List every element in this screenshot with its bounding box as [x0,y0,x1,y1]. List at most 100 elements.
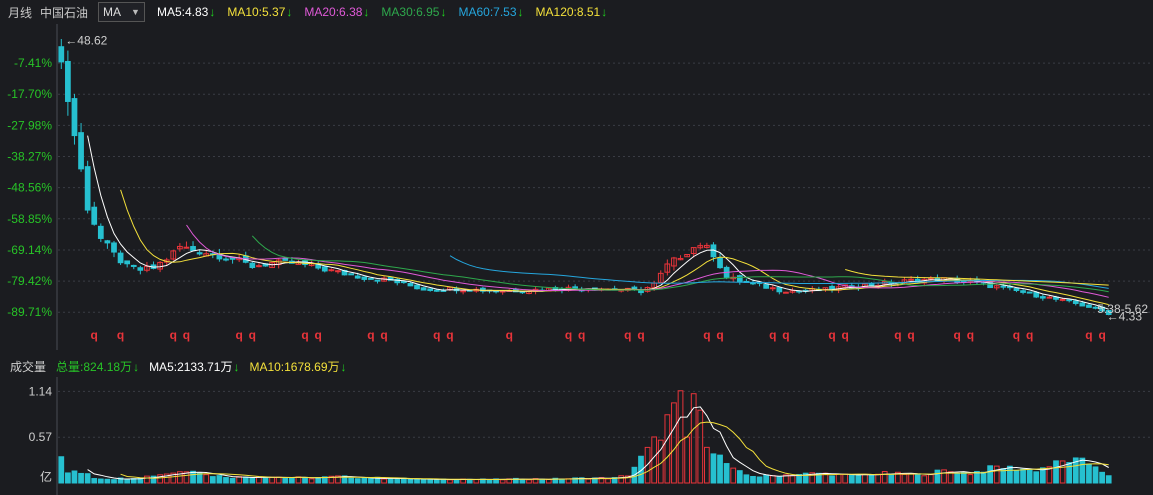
candle-body [223,258,229,261]
candle-body [750,282,756,285]
price-tick-label: -69.14% [7,243,52,257]
candle-body [1033,291,1040,298]
price-tick-label: -7.41% [14,56,52,70]
volume-bar [242,476,249,484]
volume-bar [763,474,770,484]
candle-body [104,240,111,244]
period-label[interactable]: 月线 [8,4,32,21]
candle-body [137,267,144,271]
volume-chart: 1.14 0.57 亿 [29,377,1153,495]
volume-bar [776,476,783,484]
q-marker: q [828,328,835,342]
volume-bar [750,475,756,484]
legend-ma-2: MA20:6.38↓ [304,5,370,19]
volume-bar [453,479,460,484]
volume-ma5-line [87,406,1109,481]
volume-bar [84,473,91,484]
volume-bar [1026,468,1033,484]
candle-body [190,246,196,252]
volume-bar [993,465,1000,484]
price-chart: -7.41% -17.70% -27.98% -38.27% -48.56% -58.85… [7,24,1153,350]
volume-bar [743,474,750,484]
volume-bar [394,478,401,484]
volume-bar [980,471,987,484]
candle-body [433,289,440,292]
candle-body [717,257,723,269]
volume-bar [1086,463,1092,484]
volume-bar [717,454,723,484]
volume-bar [881,471,888,484]
candle-body [1039,296,1046,299]
candle-body [354,275,361,279]
candle-body [908,278,914,281]
candle-body [1086,304,1092,308]
volume-bar [71,470,78,484]
volume-bar [842,473,849,484]
candle-body [868,283,875,287]
volume-bar [1059,460,1066,484]
volume-bar [539,478,546,484]
q-marker: q [446,328,453,342]
volume-bar [288,477,295,484]
volume-bar [651,436,658,484]
volume-bar [216,475,223,484]
candle-body [328,269,335,272]
volume-bar [473,479,480,484]
q-marker: q [565,328,572,342]
candle-body [368,277,374,280]
price-tick-label: -58.85% [7,212,52,226]
volume-tick-label: 0.57 [29,430,53,444]
volume-bar [1092,466,1099,484]
candle-body [91,206,98,225]
volume-bar [256,476,262,484]
q-marker: q [1085,328,1092,342]
volume-ma10-line [120,421,1109,480]
price-tick-label: -79.42% [7,274,52,288]
volume-title: 成交量 [10,359,47,374]
volume-bar [941,469,947,484]
volume-bar [1105,475,1112,484]
volume-bar [960,471,967,484]
candle-body [183,246,190,249]
candle-body [58,46,65,63]
volume-bar [209,476,216,484]
volume-bar [157,474,163,484]
volume-bar [58,456,65,484]
volume-bar [223,477,229,484]
volume-bar [486,479,493,484]
volume-bar [697,409,704,484]
candle-body [1079,302,1086,307]
candle-body [420,287,427,291]
indicator-dropdown[interactable]: MA ▼ [98,2,145,22]
volume-bar [921,475,928,484]
price-tick-label: -38.27% [7,150,52,164]
volume-bar [723,463,730,484]
volume-tick-label: 1.14 [29,384,53,398]
candle-body [361,276,368,280]
volume-bar [835,473,842,484]
volume-bar [249,477,256,484]
volume-bar [387,478,394,484]
volume-bar [433,479,440,484]
volume-ma5: MA5:2133.71万↓ [149,359,240,374]
volume-bar [848,474,855,484]
volume-bar [664,414,671,484]
volume-bar [954,473,961,484]
volume-bar [65,472,71,484]
stock-name: 中国石油 [40,5,89,20]
volume-bar [908,473,914,484]
candle-body [348,273,355,276]
volume-bar [144,475,150,484]
volume-bar [361,477,368,484]
candle-body [736,275,743,283]
q-marker: q [1013,328,1020,342]
indicator-value: MA [103,5,122,19]
price-tick-label: -27.98% [7,118,52,132]
q-marker: q [769,328,776,342]
volume-bar [308,478,315,484]
volume-bar [789,475,796,484]
q-marker: q [301,328,308,342]
candle-body [407,282,414,287]
volume-bar [124,478,131,484]
volume-bar [269,476,275,484]
